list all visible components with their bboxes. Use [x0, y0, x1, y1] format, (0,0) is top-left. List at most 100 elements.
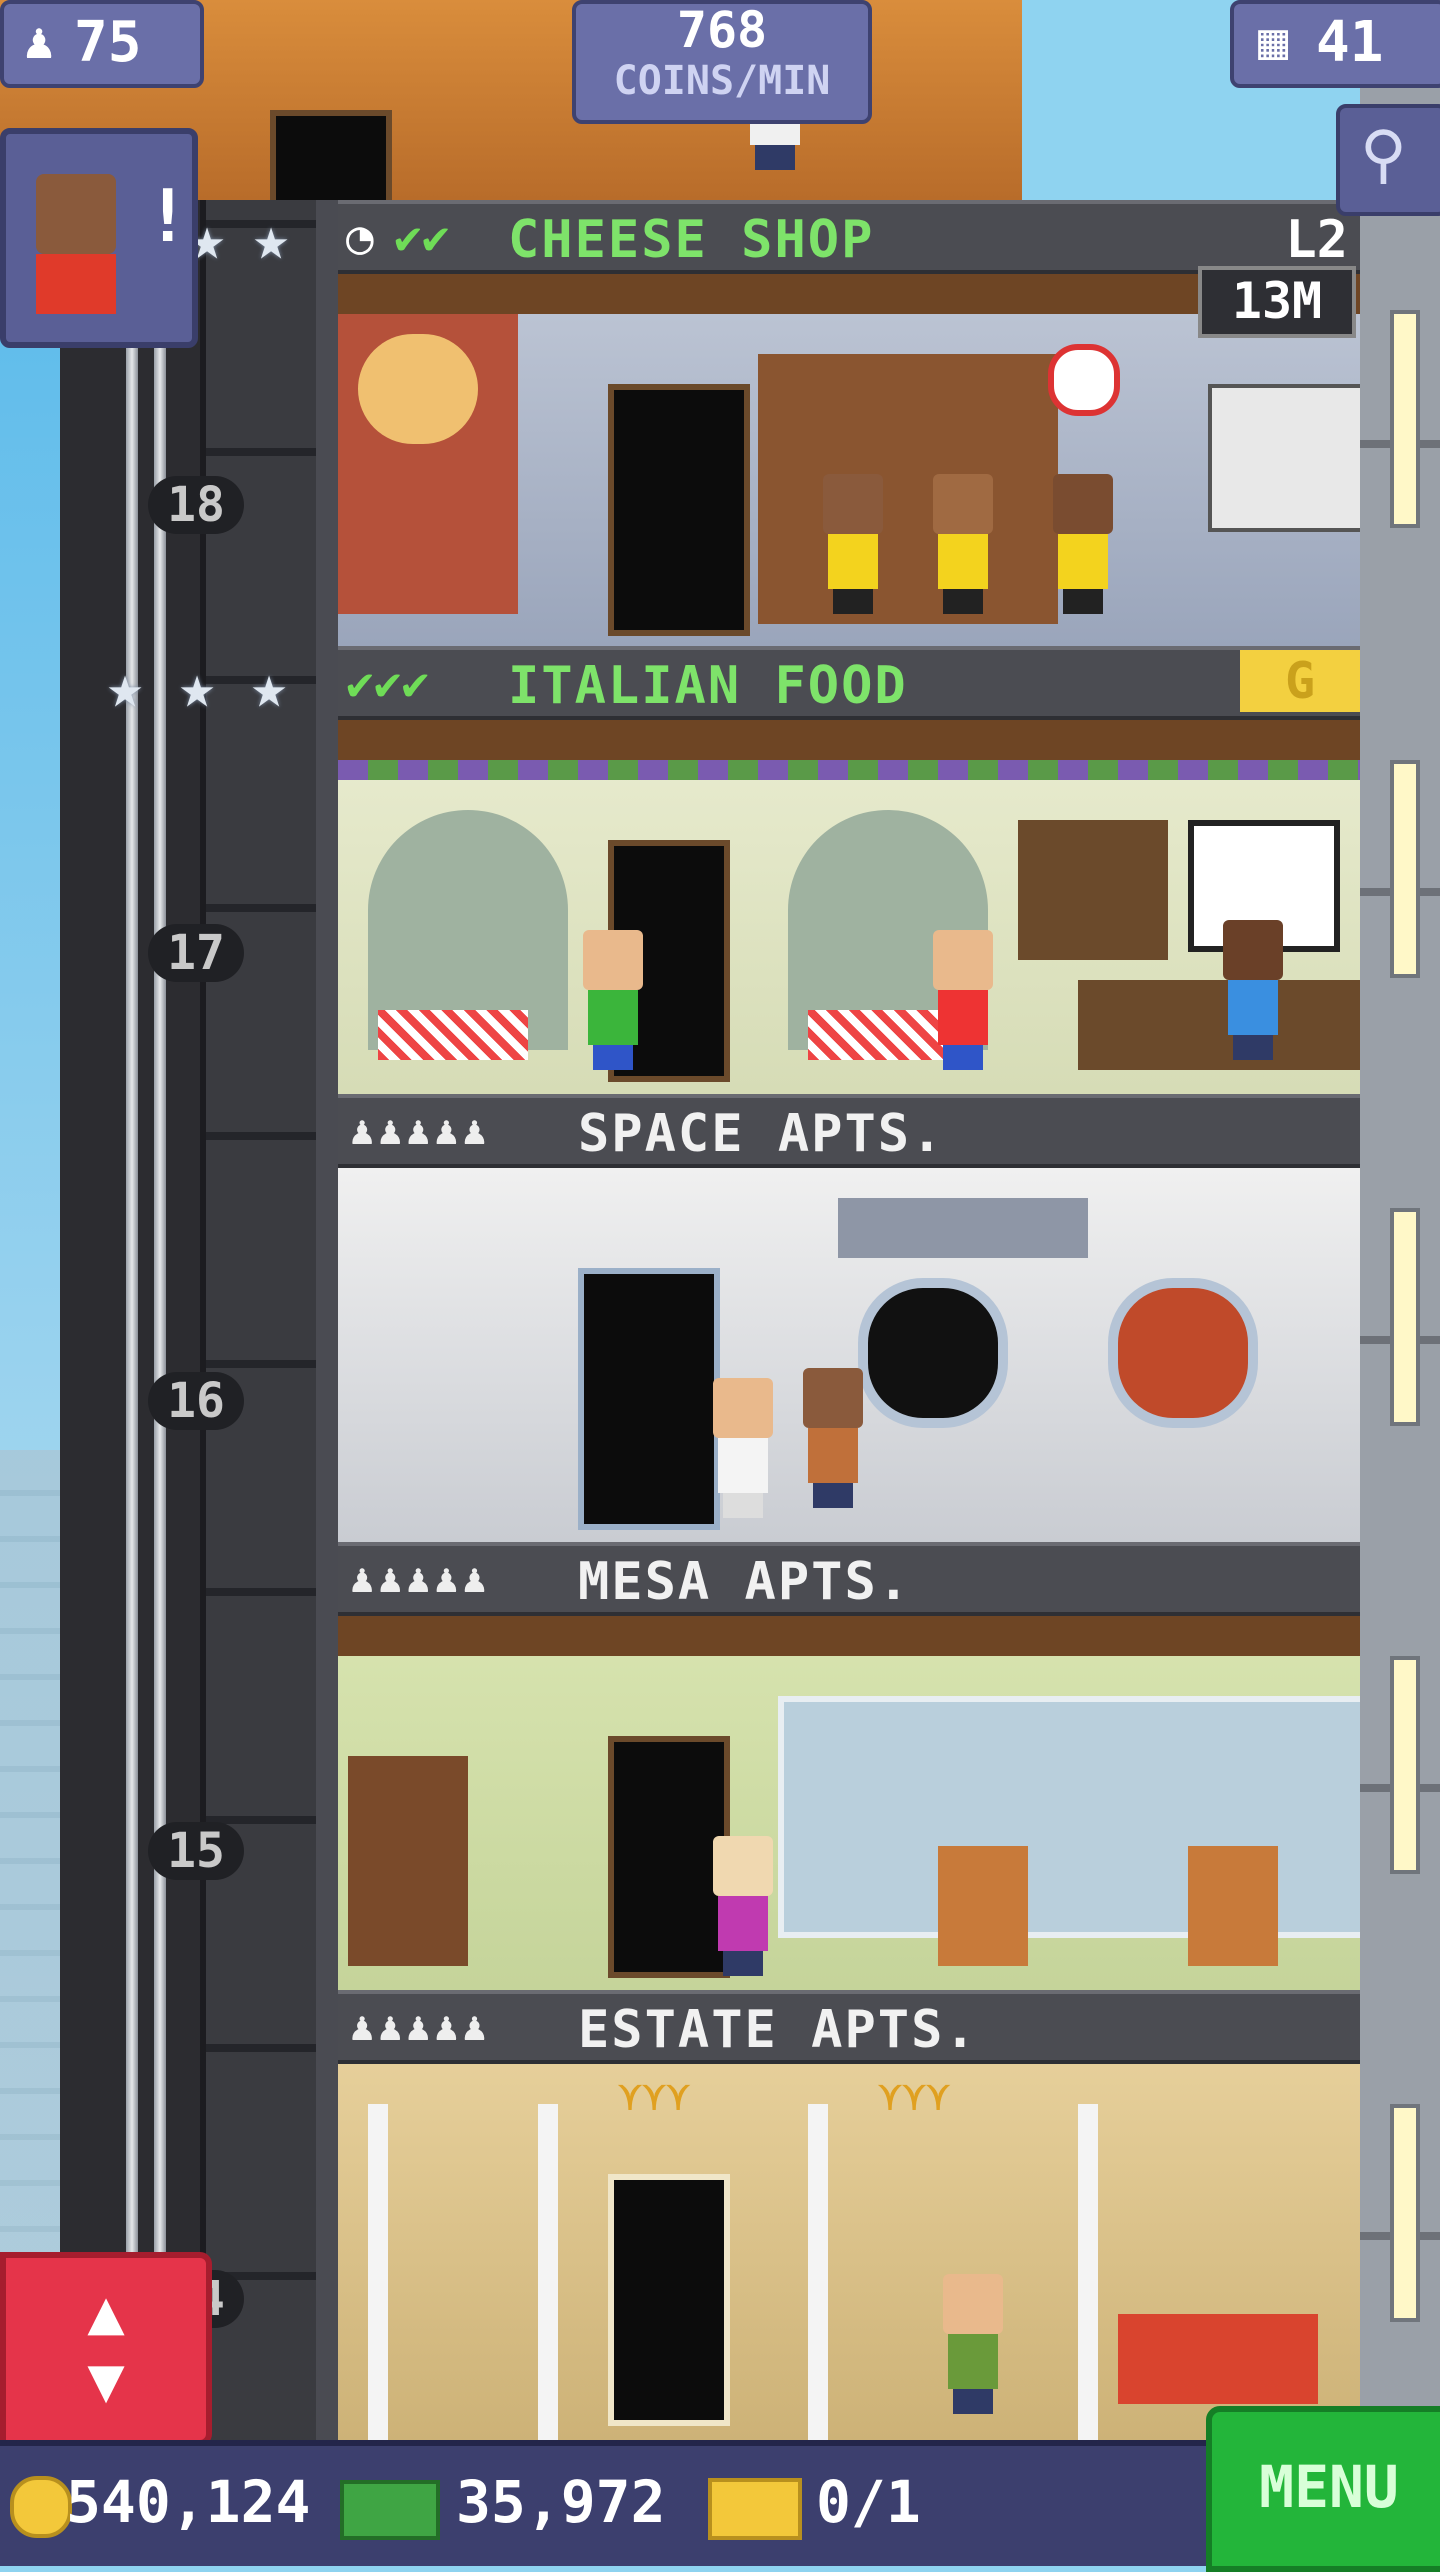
floor-name: ESTATE APTS.	[578, 2000, 978, 2060]
elevator-rail	[126, 0, 138, 2440]
armchair	[938, 1846, 1028, 1966]
alert-icon: !	[146, 174, 190, 258]
tickets-value: 0/1	[816, 2468, 921, 2536]
gold-badge[interactable]: G	[1240, 650, 1360, 712]
control-panel	[838, 1198, 1088, 1258]
bitizen-character[interactable]	[708, 1378, 778, 1518]
floor-name: MESA APTS.	[578, 1552, 912, 1612]
coins-rate-value: 768	[676, 1, 768, 59]
menu-button[interactable]: MENU	[1206, 2406, 1440, 2572]
golden-ticket-icon	[708, 2478, 802, 2540]
floor-door	[578, 1268, 720, 1530]
floor-door	[608, 2174, 730, 2426]
star-icon: ★	[178, 652, 216, 722]
floor-estate-apts[interactable]: ♟♟♟♟♟ ESTATE APTS. ⋎⋎⋎ ⋎⋎⋎	[338, 1990, 1360, 2440]
porthole-window	[1108, 1278, 1258, 1428]
bitizen-character[interactable]	[938, 2274, 1008, 2414]
wall-lamp	[1390, 2104, 1420, 2322]
floor-room[interactable]	[338, 1168, 1360, 1542]
shaft-floor-number: 17	[148, 924, 244, 982]
column	[538, 2104, 558, 2440]
tower-bux-icon	[340, 2480, 440, 2540]
shaft-floor-number: 15	[148, 1822, 244, 1880]
bitizen-character[interactable]	[708, 1836, 778, 1976]
chandelier: ⋎⋎⋎	[618, 2074, 691, 2120]
wine-rack	[1018, 820, 1168, 960]
ceiling-beam	[338, 720, 1360, 760]
no-smoking-sign	[1048, 344, 1120, 416]
visitor-avatar	[36, 174, 116, 254]
floors-count-value: 41	[1316, 10, 1384, 75]
floor-room[interactable]	[338, 1616, 1360, 1990]
bitizen-character[interactable]	[928, 930, 998, 1070]
wall-lamp	[1390, 1656, 1420, 1874]
star-icon: ★	[106, 652, 144, 722]
up-down-arrows-icon: ▲ ▼	[87, 2275, 125, 2416]
cheese-wheel	[358, 334, 478, 444]
chandelier: ⋎⋎⋎	[878, 2074, 951, 2120]
coins-rate-panel: 768 COINS/MIN	[572, 0, 872, 124]
check-icons: ✔✔✔	[346, 656, 430, 710]
person-icon: ♟	[24, 12, 55, 70]
column	[368, 2104, 388, 2440]
magnifier-icon: ⚲	[1360, 118, 1407, 192]
bitizen-character[interactable]	[1218, 920, 1288, 1060]
floor-name: SPACE APTS.	[578, 1104, 945, 1164]
elevator-shaft[interactable]	[60, 0, 352, 2440]
floor-label-bar: ♟♟♟♟♟ MESA APTS.	[338, 1542, 1360, 1616]
population-counter[interactable]: ♟ 75	[0, 0, 204, 88]
bux-value: 35,972	[456, 2468, 666, 2536]
building-icon: ▦	[1258, 12, 1289, 70]
floor-mesa-apts[interactable]: ♟♟♟♟♟ MESA APTS.	[338, 1542, 1360, 1990]
shaft-floor-number: 18	[148, 476, 244, 534]
floor-name: CHEESE SHOP	[508, 210, 875, 270]
bitizen-character[interactable]	[798, 1368, 868, 1508]
armchair	[1188, 1846, 1278, 1966]
floor-level: L2	[1285, 210, 1348, 270]
floor-label-bar: ♟♟♟♟♟ SPACE APTS.	[338, 1094, 1360, 1168]
search-button[interactable]: ⚲	[1336, 104, 1440, 216]
floor-door	[270, 110, 392, 200]
shelf	[758, 354, 1058, 624]
residents-icons: ♟♟♟♟♟	[350, 1556, 491, 1602]
floor-label-bar: ✔✔✔ ITALIAN FOOD G	[338, 646, 1360, 720]
bitizen-character[interactable]	[1048, 474, 1118, 614]
residents-icons: ♟♟♟♟♟	[350, 2004, 491, 2050]
star-icon: ★	[252, 204, 290, 274]
porthole-window	[858, 1278, 1008, 1428]
bitizen-character[interactable]	[818, 474, 888, 614]
ceiling-beam	[338, 1616, 1360, 1656]
floor-italian-food[interactable]: ✔✔✔ ITALIAN FOOD G	[338, 646, 1360, 1094]
column	[808, 2104, 828, 2440]
coins-value: 540,124	[66, 2468, 311, 2536]
stock-indicator[interactable]: 13M	[1198, 266, 1356, 338]
residents-icons: ♟♟♟♟♟	[350, 1108, 491, 1154]
floor-cheese-shop[interactable]: ◔ ✔✔ CHEESE SHOP L2 13M	[338, 200, 1360, 646]
floor-label-bar: ◔ ✔✔ CHEESE SHOP L2	[338, 200, 1360, 274]
visitor-body	[36, 254, 116, 314]
display-counter	[1208, 384, 1360, 532]
bitizen-character[interactable]	[928, 474, 998, 614]
floor-room[interactable]: ⋎⋎⋎ ⋎⋎⋎	[338, 2064, 1360, 2440]
elevator-rail	[154, 0, 166, 2440]
coins-rate-label: COINS/MIN	[613, 58, 831, 104]
grape-vines	[338, 760, 1360, 780]
bookshelf	[348, 1756, 468, 1966]
sofa	[1118, 2314, 1318, 2404]
clock-icon: ◔	[346, 210, 374, 264]
shaft-floor-number: 16	[148, 1372, 244, 1430]
floors-counter[interactable]: ▦ 41	[1230, 0, 1440, 88]
floor-space-apts[interactable]: ♟♟♟♟♟ SPACE APTS.	[338, 1094, 1360, 1542]
tower-right-wall	[1360, 0, 1440, 2440]
checkered-table	[378, 1010, 528, 1060]
star-icon: ★	[250, 652, 288, 722]
wall-lamp	[1390, 1208, 1420, 1426]
visitor-alert-button[interactable]: !	[0, 128, 198, 348]
floor-room[interactable]	[338, 720, 1360, 1094]
bitizen-character[interactable]	[578, 930, 648, 1070]
floor-name: ITALIAN FOOD	[508, 656, 908, 716]
coin-icon	[10, 2476, 72, 2538]
check-icons: ✔✔	[394, 210, 450, 264]
elevator-button[interactable]: ▲ ▼	[0, 2252, 212, 2446]
wall-lamp	[1390, 760, 1420, 978]
